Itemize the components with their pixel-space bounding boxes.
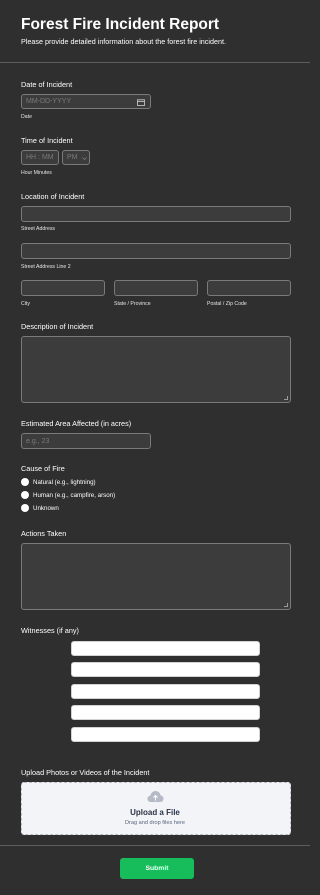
city-input[interactable]	[21, 280, 105, 296]
date-label: Date of Incident	[21, 80, 73, 89]
upload-title: Upload a File	[130, 808, 180, 817]
header-divider	[0, 62, 310, 63]
radio-label: Human (e.g., campfire, arson)	[33, 491, 116, 499]
state-sublabel: State / Province	[114, 301, 151, 307]
actions-textarea[interactable]	[21, 543, 291, 610]
postal-code-sublabel: Postal / Zip Code	[207, 301, 247, 307]
time-label: Time of Incident	[21, 136, 73, 145]
form-title: Forest Fire Incident Report	[21, 16, 220, 33]
area-input[interactable]: e.g., 23	[21, 433, 151, 449]
witness-input-1[interactable]	[71, 641, 260, 656]
description-textarea[interactable]	[21, 336, 291, 403]
time-hour-minute-input[interactable]: HH : MM	[21, 150, 59, 165]
time-sublabel: Hour Minutes	[21, 170, 52, 176]
radio-button[interactable]	[21, 491, 29, 499]
radio-label: Natural (e.g., lightning)	[33, 478, 96, 486]
witnesses-label: Witnesses (if any)	[21, 626, 79, 635]
date-input[interactable]: MM-DD-YYYY	[21, 94, 151, 109]
calendar-icon[interactable]	[137, 99, 145, 106]
ampm-select[interactable]: PM	[62, 150, 90, 165]
witness-input-3[interactable]	[71, 684, 260, 699]
area-label: Estimated Area Affected (in acres)	[21, 419, 132, 428]
postal-code-input[interactable]	[207, 280, 291, 296]
ampm-value: PM	[67, 154, 78, 161]
form-subtitle: Please provide detailed information abou…	[21, 37, 226, 46]
actions-label: Actions Taken	[21, 529, 67, 538]
city-sublabel: City	[21, 301, 30, 307]
resize-handle[interactable]	[284, 603, 288, 607]
cloud-upload-icon	[147, 791, 164, 802]
area-placeholder: e.g., 23	[26, 437, 50, 445]
street-address-line2-sublabel: Street Address Line 2	[21, 264, 71, 270]
witness-input-4[interactable]	[71, 705, 260, 720]
witness-input-5[interactable]	[71, 727, 260, 742]
street-address-line2-input[interactable]	[21, 243, 291, 259]
chevron-down-icon	[82, 157, 87, 160]
street-address-sublabel: Street Address	[21, 226, 56, 232]
radio-button[interactable]	[21, 478, 29, 486]
footer-divider	[0, 845, 310, 846]
street-address-input[interactable]	[21, 206, 291, 222]
upload-subtitle: Drag and drop files here	[124, 820, 185, 826]
location-label: Location of Incident	[21, 192, 85, 201]
resize-handle[interactable]	[284, 396, 288, 400]
radio-button[interactable]	[21, 504, 29, 512]
date-sublabel: Date	[21, 114, 32, 120]
state-input[interactable]	[114, 280, 198, 296]
form-header: Forest Fire Incident Report Please provi…	[0, 0, 310, 62]
date-placeholder: MM-DD-YYYY	[26, 98, 72, 105]
cause-label: Cause of Fire	[21, 464, 65, 473]
upload-label: Upload Photos or Videos of the Incident	[21, 768, 150, 777]
submit-button[interactable]: Submit	[120, 858, 194, 879]
time-placeholder: HH : MM	[26, 154, 54, 161]
description-label: Description of Incident	[21, 322, 94, 331]
witness-input-2[interactable]	[71, 662, 260, 677]
radio-label: Unknown	[33, 504, 59, 512]
